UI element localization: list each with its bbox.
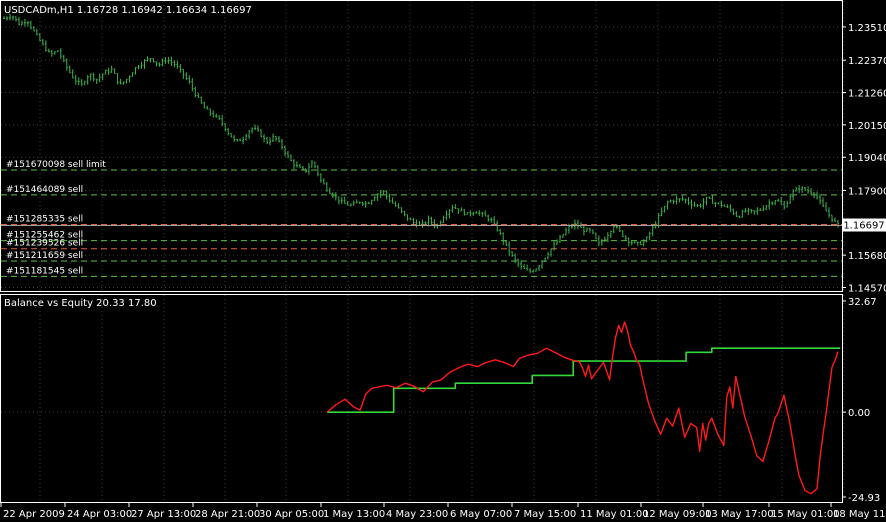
symbol-info: USDCADm,H1 1.16728 1.16942 1.16634 1.166… (4, 5, 252, 16)
time-label: 6 May 07:00 (450, 509, 512, 520)
price-tick-label: 1.23510 (848, 23, 886, 34)
price-tick-label: 1.19040 (848, 153, 886, 164)
order-label: #151239526 sell (6, 239, 83, 249)
time-label: 13 May 17:00 (705, 509, 774, 520)
price-axis: 1.23510 1.22370 1.21260 1.20150 1.19040 1.179… (842, 23, 886, 295)
order-label: #151670098 sell limit (6, 160, 106, 170)
indicator-tick-label: -24.93 (848, 493, 880, 504)
indicator-info: Balance vs Equity 20.33 17.80 (4, 298, 157, 309)
current-price-label: 1.16697 (843, 221, 884, 232)
order-label: #151211659 sell (6, 251, 83, 261)
time-label: 4 May 23:00 (386, 509, 448, 520)
price-tick-label: 1.17900 (848, 186, 886, 197)
time-label: 18 May 11:00 (833, 509, 886, 520)
order-label: #151285335 sell (6, 215, 83, 225)
price-tick-label: 1.15680 (848, 251, 886, 262)
time-label: 7 May 15:00 (514, 509, 576, 520)
time-label: 27 Apr 13:00 (131, 509, 196, 520)
price-tick-label: 1.14570 (848, 284, 886, 295)
price-tick-label: 1.21260 (848, 89, 886, 100)
time-label: 22 Apr 2009 (3, 509, 65, 520)
indicator-tick-label: 0.00 (848, 408, 870, 419)
order-label: #151464089 sell (6, 185, 83, 195)
terminal-chart[interactable]: #151670098 sell limit #151464089 sell #151… (0, 0, 886, 522)
time-label: 1 May 13:00 (323, 509, 385, 520)
indicator-tick-label: 32.67 (848, 297, 877, 308)
time-label: 15 May 01:00 (771, 509, 840, 520)
price-tick-label: 1.22370 (848, 56, 886, 67)
time-label: 24 Apr 03:00 (67, 509, 132, 520)
time-label: 28 Apr 21:00 (195, 509, 260, 520)
price-tick-label: 1.20150 (848, 121, 886, 132)
order-label: #151181545 sell (6, 266, 83, 276)
time-label: 12 May 09:00 (643, 509, 712, 520)
time-label: 30 Apr 05:00 (259, 509, 324, 520)
time-label: 11 May 01:00 (580, 509, 649, 520)
